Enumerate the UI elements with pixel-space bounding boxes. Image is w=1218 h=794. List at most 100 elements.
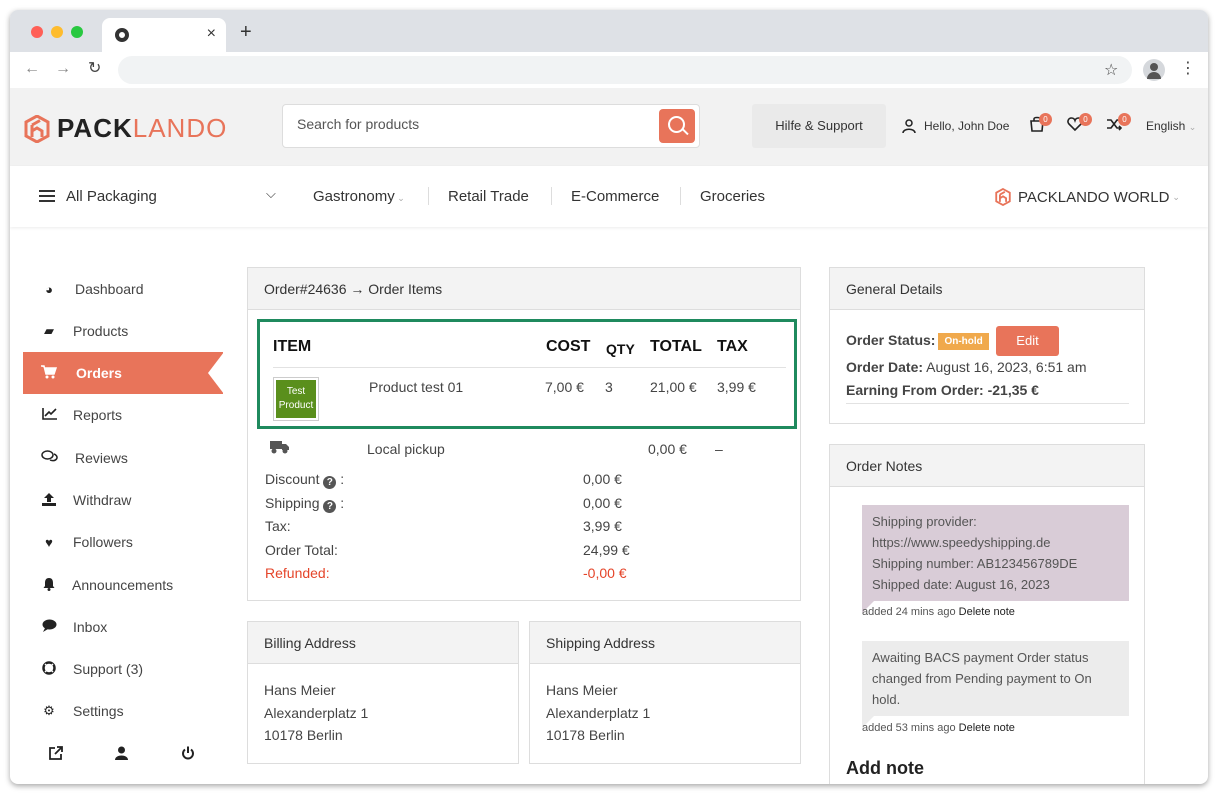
help-icon[interactable]: ? — [323, 500, 337, 513]
help-support-button[interactable]: Hilfe & Support — [752, 104, 886, 148]
packlando-logo-icon — [24, 114, 50, 143]
reload-icon[interactable]: ↻ — [88, 60, 101, 78]
sidebar-item-announcements[interactable]: Announcements — [23, 564, 223, 606]
category-retail-trade[interactable]: Retail Trade — [448, 188, 529, 205]
user-account-link[interactable]: Hello, John Doe — [902, 119, 1009, 133]
browser-menu-icon[interactable]: ⋮ — [1180, 58, 1196, 78]
product-tax: 3,99 € — [717, 379, 756, 395]
category-nav: All Packaging ⌵ Gastronomy ⌄ Retail Trad… — [10, 166, 1208, 227]
delete-note-link[interactable]: Delete note — [959, 606, 1015, 618]
user-profile-icon[interactable] — [115, 746, 128, 763]
maximize-window-button[interactable] — [71, 26, 83, 38]
shipping-address-title: Shipping Address — [530, 622, 800, 664]
order-total-value: 24,99 € — [583, 542, 630, 558]
sidebar-item-inbox[interactable]: Inbox — [23, 606, 223, 648]
order-note: Shipping provider: https://www.speedyshi… — [862, 505, 1129, 613]
order-notes-title: Order Notes — [830, 445, 1144, 487]
column-item: ITEM — [273, 338, 312, 355]
browser-window: × + ← → ↻ ☆ ⋮ PACKLANDO Hilfe & Support — [10, 10, 1208, 784]
table-divider — [273, 367, 786, 368]
external-link-icon[interactable] — [49, 746, 63, 763]
profile-icon[interactable] — [1143, 59, 1165, 81]
dashboard-icon: ◕ — [45, 281, 53, 297]
edit-status-button[interactable]: Edit — [996, 326, 1059, 356]
order-note: Awaiting BACS payment Order status chang… — [862, 641, 1129, 728]
order-items-title: Order#24636 → Order Items — [248, 268, 800, 310]
sidebar-item-reports[interactable]: Reports — [23, 394, 223, 436]
help-icon[interactable]: ? — [323, 476, 337, 489]
wishlist-count-badge: 0 — [1079, 113, 1092, 126]
browser-tab[interactable]: × — [102, 18, 226, 52]
user-greeting: Hello, John Doe — [924, 119, 1010, 133]
sidebar-item-dashboard[interactable]: ◕ Dashboard — [23, 268, 223, 310]
earning-row: Earning From Order: -21,35 € — [846, 382, 1039, 398]
bookmark-star-icon[interactable]: ☆ — [1104, 60, 1118, 80]
general-details-panel: General Details Order Status: On-hold Edi… — [829, 267, 1145, 424]
chart-icon — [40, 407, 58, 423]
category-groceries[interactable]: Groceries — [700, 188, 765, 205]
address-bar[interactable] — [118, 56, 1132, 84]
tax-value: 3,99 € — [583, 518, 622, 534]
sidebar-item-reviews[interactable]: Reviews — [23, 437, 223, 479]
chat-icon — [40, 619, 58, 635]
product-name[interactable]: Product test 01 — [369, 379, 463, 395]
shipping-value: 0,00 € — [583, 495, 622, 511]
shipping-label: Shipping ? : — [265, 495, 345, 513]
sidebar-item-products[interactable]: ▰ Products — [23, 310, 223, 352]
category-separator — [428, 187, 429, 205]
category-separator — [551, 187, 552, 205]
lifebuoy-icon — [40, 660, 58, 678]
refunded-value: -0,00 € — [583, 565, 627, 581]
order-date-row: Order Date: August 16, 2023, 6:51 am — [846, 359, 1087, 375]
upload-icon — [40, 492, 58, 509]
tab-close-icon[interactable]: × — [207, 25, 216, 43]
billing-address-panel: Billing Address Hans Meier Alexanderplat… — [247, 621, 519, 764]
hamburger-menu-icon[interactable] — [39, 190, 55, 202]
chevron-down-icon[interactable]: ⌵ — [266, 186, 276, 202]
language-selector[interactable]: English ⌄ — [1146, 119, 1196, 133]
discount-label: Discount ? : — [265, 471, 345, 489]
search-button[interactable] — [659, 109, 695, 143]
order-total-label: Order Total: — [265, 542, 338, 558]
cart-icon — [40, 364, 58, 382]
add-note-heading: Add note — [846, 758, 924, 778]
sidebar-item-support[interactable]: Support (3) — [23, 648, 223, 690]
new-tab-button[interactable]: + — [240, 22, 252, 42]
shipping-address-text: Hans Meier Alexanderplatz 1 10178 Berlin — [546, 682, 651, 743]
forward-icon[interactable]: → — [55, 60, 71, 78]
category-e-commerce[interactable]: E-Commerce — [571, 188, 659, 205]
search-input[interactable] — [297, 116, 637, 132]
heart-icon: ♥ — [45, 534, 53, 550]
category-gastronomy[interactable]: Gastronomy ⌄ — [313, 188, 405, 205]
note-meta: added 53 mins ago Delete note — [862, 722, 1015, 734]
shipping-address-panel: Shipping Address Hans Meier Alexanderpla… — [529, 621, 801, 764]
briefcase-icon: ▰ — [44, 323, 54, 338]
shipping-method-name: Local pickup — [367, 441, 445, 457]
tab-strip: × + — [10, 10, 1208, 52]
packlando-world-menu[interactable]: PACKLANDO WORLD ⌄ — [995, 188, 1180, 206]
minimize-window-button[interactable] — [51, 26, 63, 38]
billing-address-title: Billing Address — [248, 622, 518, 664]
logo-text: PACKLANDO — [57, 113, 228, 143]
packlando-logo[interactable]: PACKLANDO — [24, 113, 227, 144]
sidebar-item-orders[interactable]: Orders — [23, 352, 224, 394]
back-icon[interactable]: ← — [24, 60, 40, 78]
all-packaging-menu[interactable]: All Packaging — [66, 188, 157, 205]
product-thumbnail[interactable]: Test Product — [273, 377, 319, 421]
sidebar-item-followers[interactable]: ♥ Followers — [23, 521, 223, 563]
delete-note-link[interactable]: Delete note — [959, 722, 1015, 734]
general-details-title: General Details — [830, 268, 1144, 310]
column-total: TOTAL — [650, 338, 702, 355]
compare-count-badge: 0 — [1118, 113, 1131, 126]
world-label: PACKLANDO WORLD — [1018, 188, 1170, 206]
search-box — [282, 104, 700, 148]
billing-address-text: Hans Meier Alexanderplatz 1 10178 Berlin — [264, 682, 369, 743]
power-icon[interactable] — [181, 746, 195, 763]
order-items-table: ITEM COST QTY TOTAL TAX Test Product Prod… — [257, 319, 797, 429]
sidebar-item-settings[interactable]: ⚙ Settings — [23, 690, 223, 732]
site-header: PACKLANDO Hilfe & Support Hello, John Do… — [10, 88, 1208, 166]
sidebar-item-withdraw[interactable]: Withdraw — [23, 479, 223, 521]
comments-icon — [40, 450, 58, 466]
cart-count-badge: 0 — [1039, 113, 1052, 126]
close-window-button[interactable] — [31, 26, 43, 38]
